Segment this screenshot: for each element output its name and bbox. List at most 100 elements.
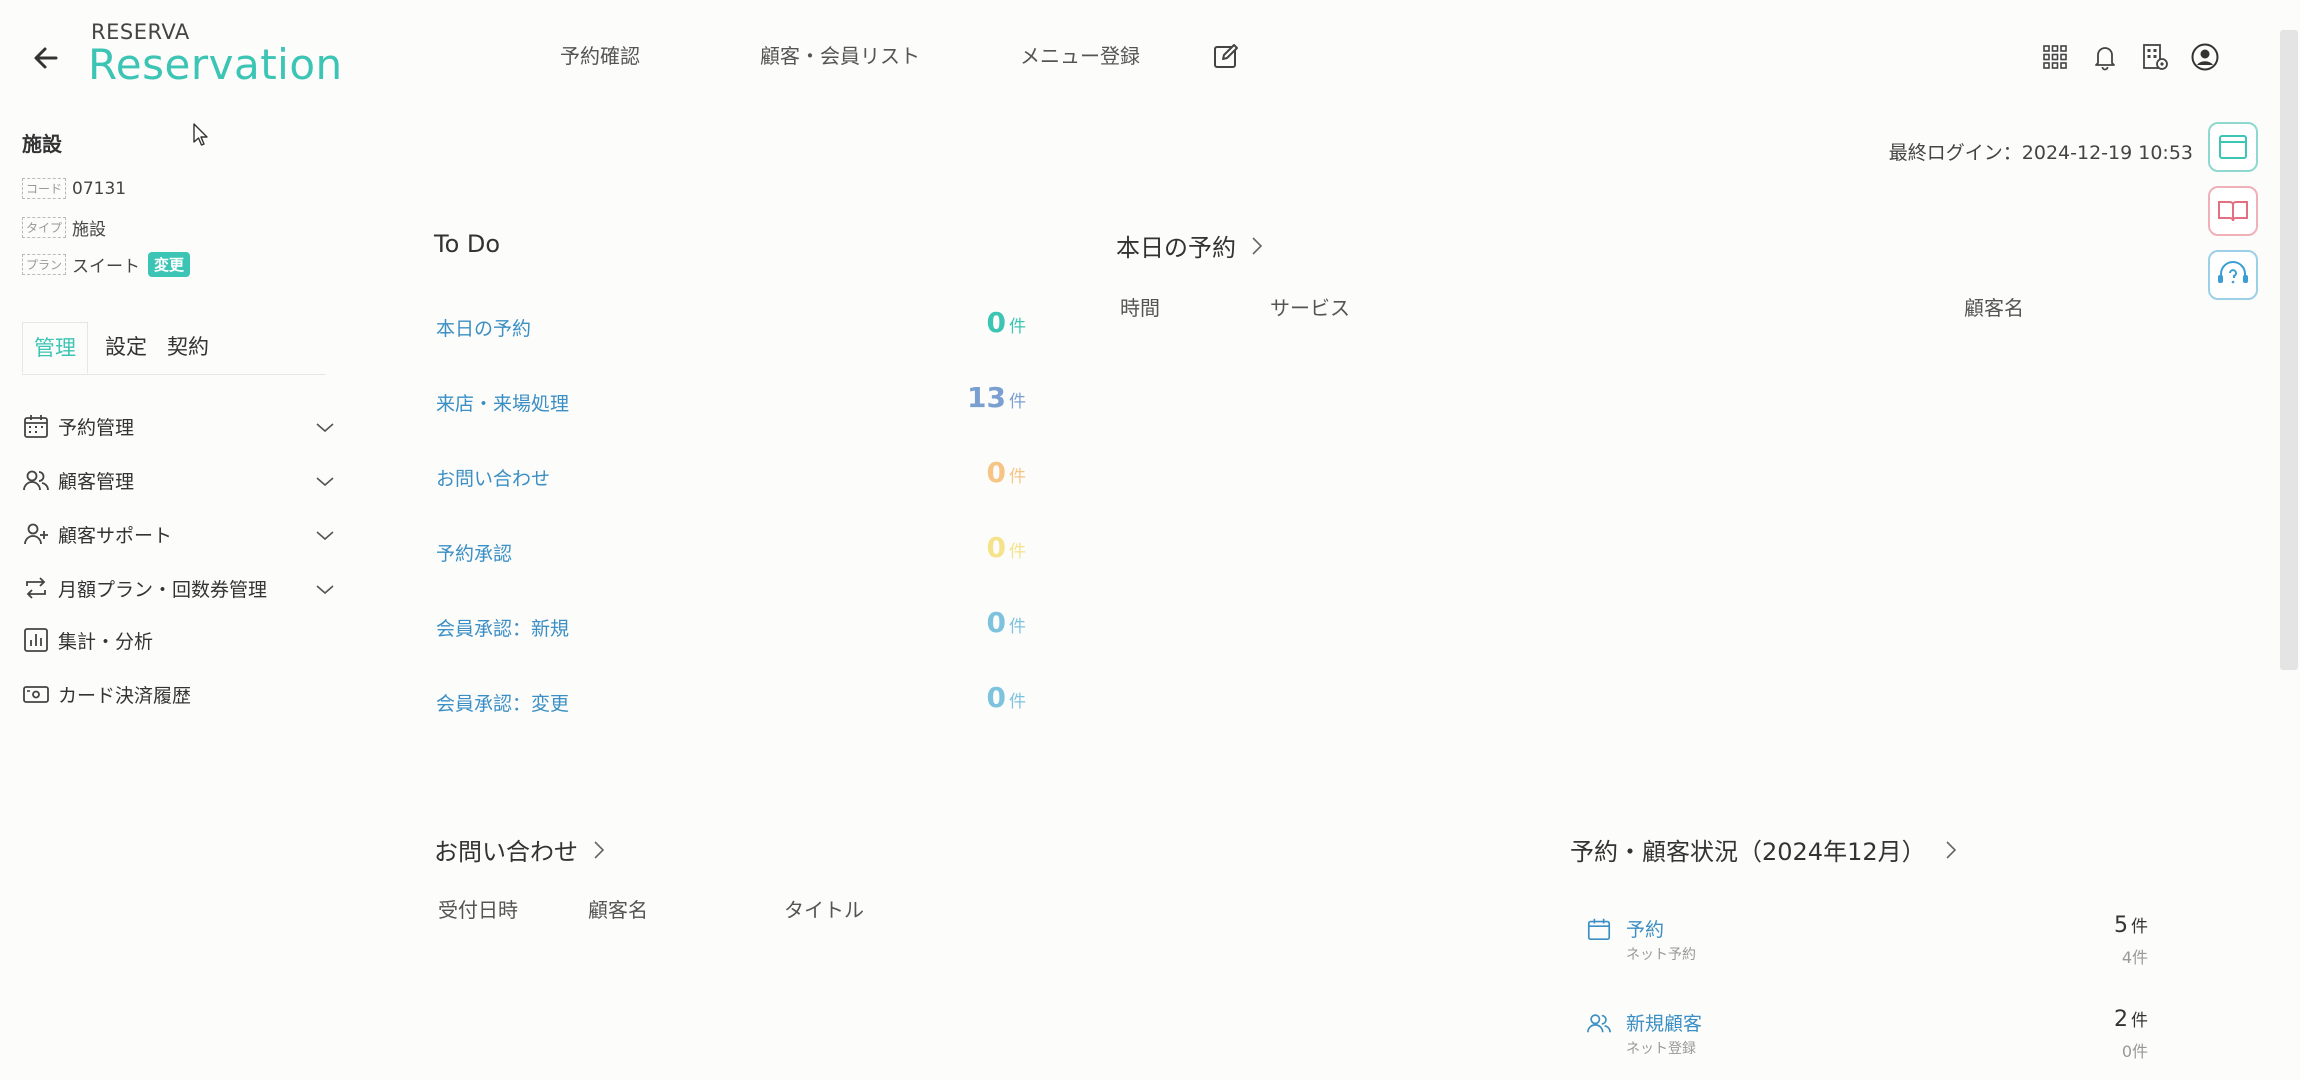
col-time: 時間 bbox=[1120, 296, 1160, 320]
todo-label: 来店・来場処理 bbox=[436, 393, 570, 415]
col-service: サービス bbox=[1270, 296, 1350, 320]
repeat-icon bbox=[26, 577, 46, 599]
code-tag: コード bbox=[22, 178, 67, 199]
todo-value: 13 件 bbox=[967, 381, 1026, 414]
sidebar-item-customer-manage[interactable]: 顧客管理 bbox=[22, 460, 340, 500]
chevron-down-icon bbox=[316, 531, 334, 541]
status-link[interactable]: 予約・顧客状況（2024年12月） bbox=[1570, 832, 1962, 867]
todo-value: 0件 bbox=[986, 606, 1026, 639]
col-customer: 顧客名 bbox=[1964, 296, 2024, 320]
sidebar-tabs: 管理 設定 契約 bbox=[22, 322, 326, 375]
chevron-down-icon bbox=[316, 477, 334, 487]
chart-icon bbox=[24, 628, 48, 652]
sidebar-item-label: カード決済履歴 bbox=[58, 684, 192, 707]
chevron-right-icon bbox=[1252, 236, 1263, 255]
todo-title: To Do bbox=[434, 230, 501, 258]
type-tag: タイプ bbox=[22, 217, 67, 238]
status-value: 5件 bbox=[2114, 913, 2148, 938]
todo-row-member-change[interactable]: 会員承認：変更 0件 bbox=[436, 681, 1026, 721]
nav-reservation-check[interactable]: 予約確認 bbox=[560, 40, 640, 69]
arrow-left-icon bbox=[34, 47, 58, 69]
nav-customer-list[interactable]: 顧客・会員リスト bbox=[760, 40, 920, 69]
tab-contract[interactable]: 契約 bbox=[162, 322, 214, 374]
last-login-text: 最終ログイン：2024-12-19 10:53 bbox=[1888, 142, 2193, 164]
sidebar-item-label: 月額プラン・回数券管理 bbox=[58, 578, 268, 601]
facility-settings-icon[interactable] bbox=[2140, 42, 2170, 72]
status-sublabel: ネット予約 bbox=[1626, 947, 1696, 963]
status-title: 予約・顧客状況（2024年12月） bbox=[1570, 838, 1926, 866]
tab-manage[interactable]: 管理 bbox=[22, 322, 88, 374]
calendar-icon bbox=[24, 415, 48, 438]
chevron-down-icon bbox=[316, 585, 334, 595]
user-plus-icon bbox=[24, 523, 48, 545]
sidebar-item-reservation-manage[interactable]: 予約管理 bbox=[22, 406, 340, 446]
sidebar-item-monthly-plan[interactable]: 月額プラン・回数券管理 bbox=[22, 568, 340, 608]
browser-preview-button[interactable] bbox=[2208, 122, 2258, 172]
sidebar-item-analytics[interactable]: 集計・分析 bbox=[22, 620, 340, 660]
todo-row-member-new[interactable]: 会員承認：新規 0件 bbox=[436, 606, 1026, 646]
sidebar-item-card-history[interactable]: カード決済履歴 bbox=[22, 674, 340, 714]
status-row-reservations[interactable]: 予約 ネット予約 5件 4件 bbox=[1586, 912, 2148, 972]
todo-row-checkin[interactable]: 来店・来場処理 13 件 bbox=[436, 381, 1026, 421]
col-received-date: 受付日時 bbox=[438, 898, 518, 922]
facility-code-row: コード 07131 bbox=[22, 178, 126, 199]
edit-icon[interactable] bbox=[1212, 42, 1240, 70]
facility-code: 07131 bbox=[72, 178, 127, 199]
bell-icon[interactable] bbox=[2090, 42, 2120, 72]
brand-logo[interactable]: Reservation bbox=[88, 40, 343, 89]
status-label: 新規顧客 bbox=[1626, 1013, 1703, 1035]
facility-title: 施設 bbox=[22, 132, 62, 156]
support-button[interactable] bbox=[2208, 250, 2258, 300]
scrollbar[interactable] bbox=[2280, 30, 2298, 670]
col-title: タイトル bbox=[784, 898, 864, 922]
todo-label: お問い合わせ bbox=[436, 468, 551, 490]
window-icon bbox=[2219, 135, 2247, 159]
calendar-icon bbox=[1587, 918, 1611, 941]
users-icon bbox=[1587, 1014, 1611, 1033]
account-icon[interactable] bbox=[2190, 42, 2220, 72]
inquiry-link[interactable]: お問い合わせ bbox=[434, 832, 610, 867]
mouse-cursor-icon bbox=[193, 123, 208, 146]
sidebar-item-label: 予約管理 bbox=[58, 416, 135, 439]
today-title: 本日の予約 bbox=[1116, 234, 1236, 262]
sidebar-item-customer-support[interactable]: 顧客サポート bbox=[22, 514, 340, 554]
card-icon bbox=[23, 686, 49, 703]
todo-row-inquiry[interactable]: お問い合わせ 0件 bbox=[436, 456, 1026, 496]
todo-label: 本日の予約 bbox=[436, 318, 532, 340]
todo-row-today[interactable]: 本日の予約 0件 bbox=[436, 306, 1026, 346]
plan-tag: プラン bbox=[22, 254, 67, 275]
status-subvalue: 0件 bbox=[2121, 1042, 2148, 1061]
tab-settings[interactable]: 設定 bbox=[100, 322, 152, 374]
manual-button[interactable] bbox=[2208, 186, 2258, 236]
inquiry-title: お問い合わせ bbox=[434, 838, 578, 866]
facility-plan: スイート bbox=[72, 257, 141, 277]
facility-plan-row: プラン スイート 変更 bbox=[22, 252, 191, 277]
sidebar-item-label: 顧客管理 bbox=[58, 470, 135, 493]
sidebar-item-label: 顧客サポート bbox=[58, 524, 173, 547]
col-customer-name: 顧客名 bbox=[588, 898, 648, 922]
today-reservations-link[interactable]: 本日の予約 bbox=[1116, 228, 1268, 263]
status-row-new-customers[interactable]: 新規顧客 ネット登録 2件 0件 bbox=[1586, 1006, 2148, 1066]
todo-value: 0件 bbox=[986, 531, 1026, 564]
todo-value: 0件 bbox=[986, 456, 1026, 489]
sidebar-item-label: 集計・分析 bbox=[58, 630, 154, 653]
nav-menu-register[interactable]: メニュー登録 bbox=[1020, 40, 1140, 69]
status-value: 2件 bbox=[2114, 1007, 2148, 1032]
users-icon bbox=[23, 470, 49, 491]
facility-type-row: タイプ 施設 bbox=[22, 215, 106, 240]
status-sublabel: ネット登録 bbox=[1626, 1041, 1696, 1057]
facility-type: 施設 bbox=[72, 220, 107, 240]
status-label: 予約 bbox=[1626, 919, 1665, 941]
todo-value: 0件 bbox=[986, 681, 1026, 714]
book-icon bbox=[2218, 201, 2248, 222]
change-plan-button[interactable]: 変更 bbox=[148, 252, 191, 277]
chevron-right-icon bbox=[594, 840, 605, 859]
headset-help-icon bbox=[2218, 261, 2248, 284]
back-button[interactable] bbox=[28, 40, 64, 76]
todo-row-approval[interactable]: 予約承認 0件 bbox=[436, 531, 1026, 571]
todo-label: 予約承認 bbox=[436, 543, 513, 565]
apps-grid-icon[interactable] bbox=[2040, 42, 2070, 72]
todo-label: 会員承認：変更 bbox=[436, 693, 570, 715]
chevron-down-icon bbox=[316, 423, 334, 433]
todo-value: 0件 bbox=[986, 306, 1026, 339]
